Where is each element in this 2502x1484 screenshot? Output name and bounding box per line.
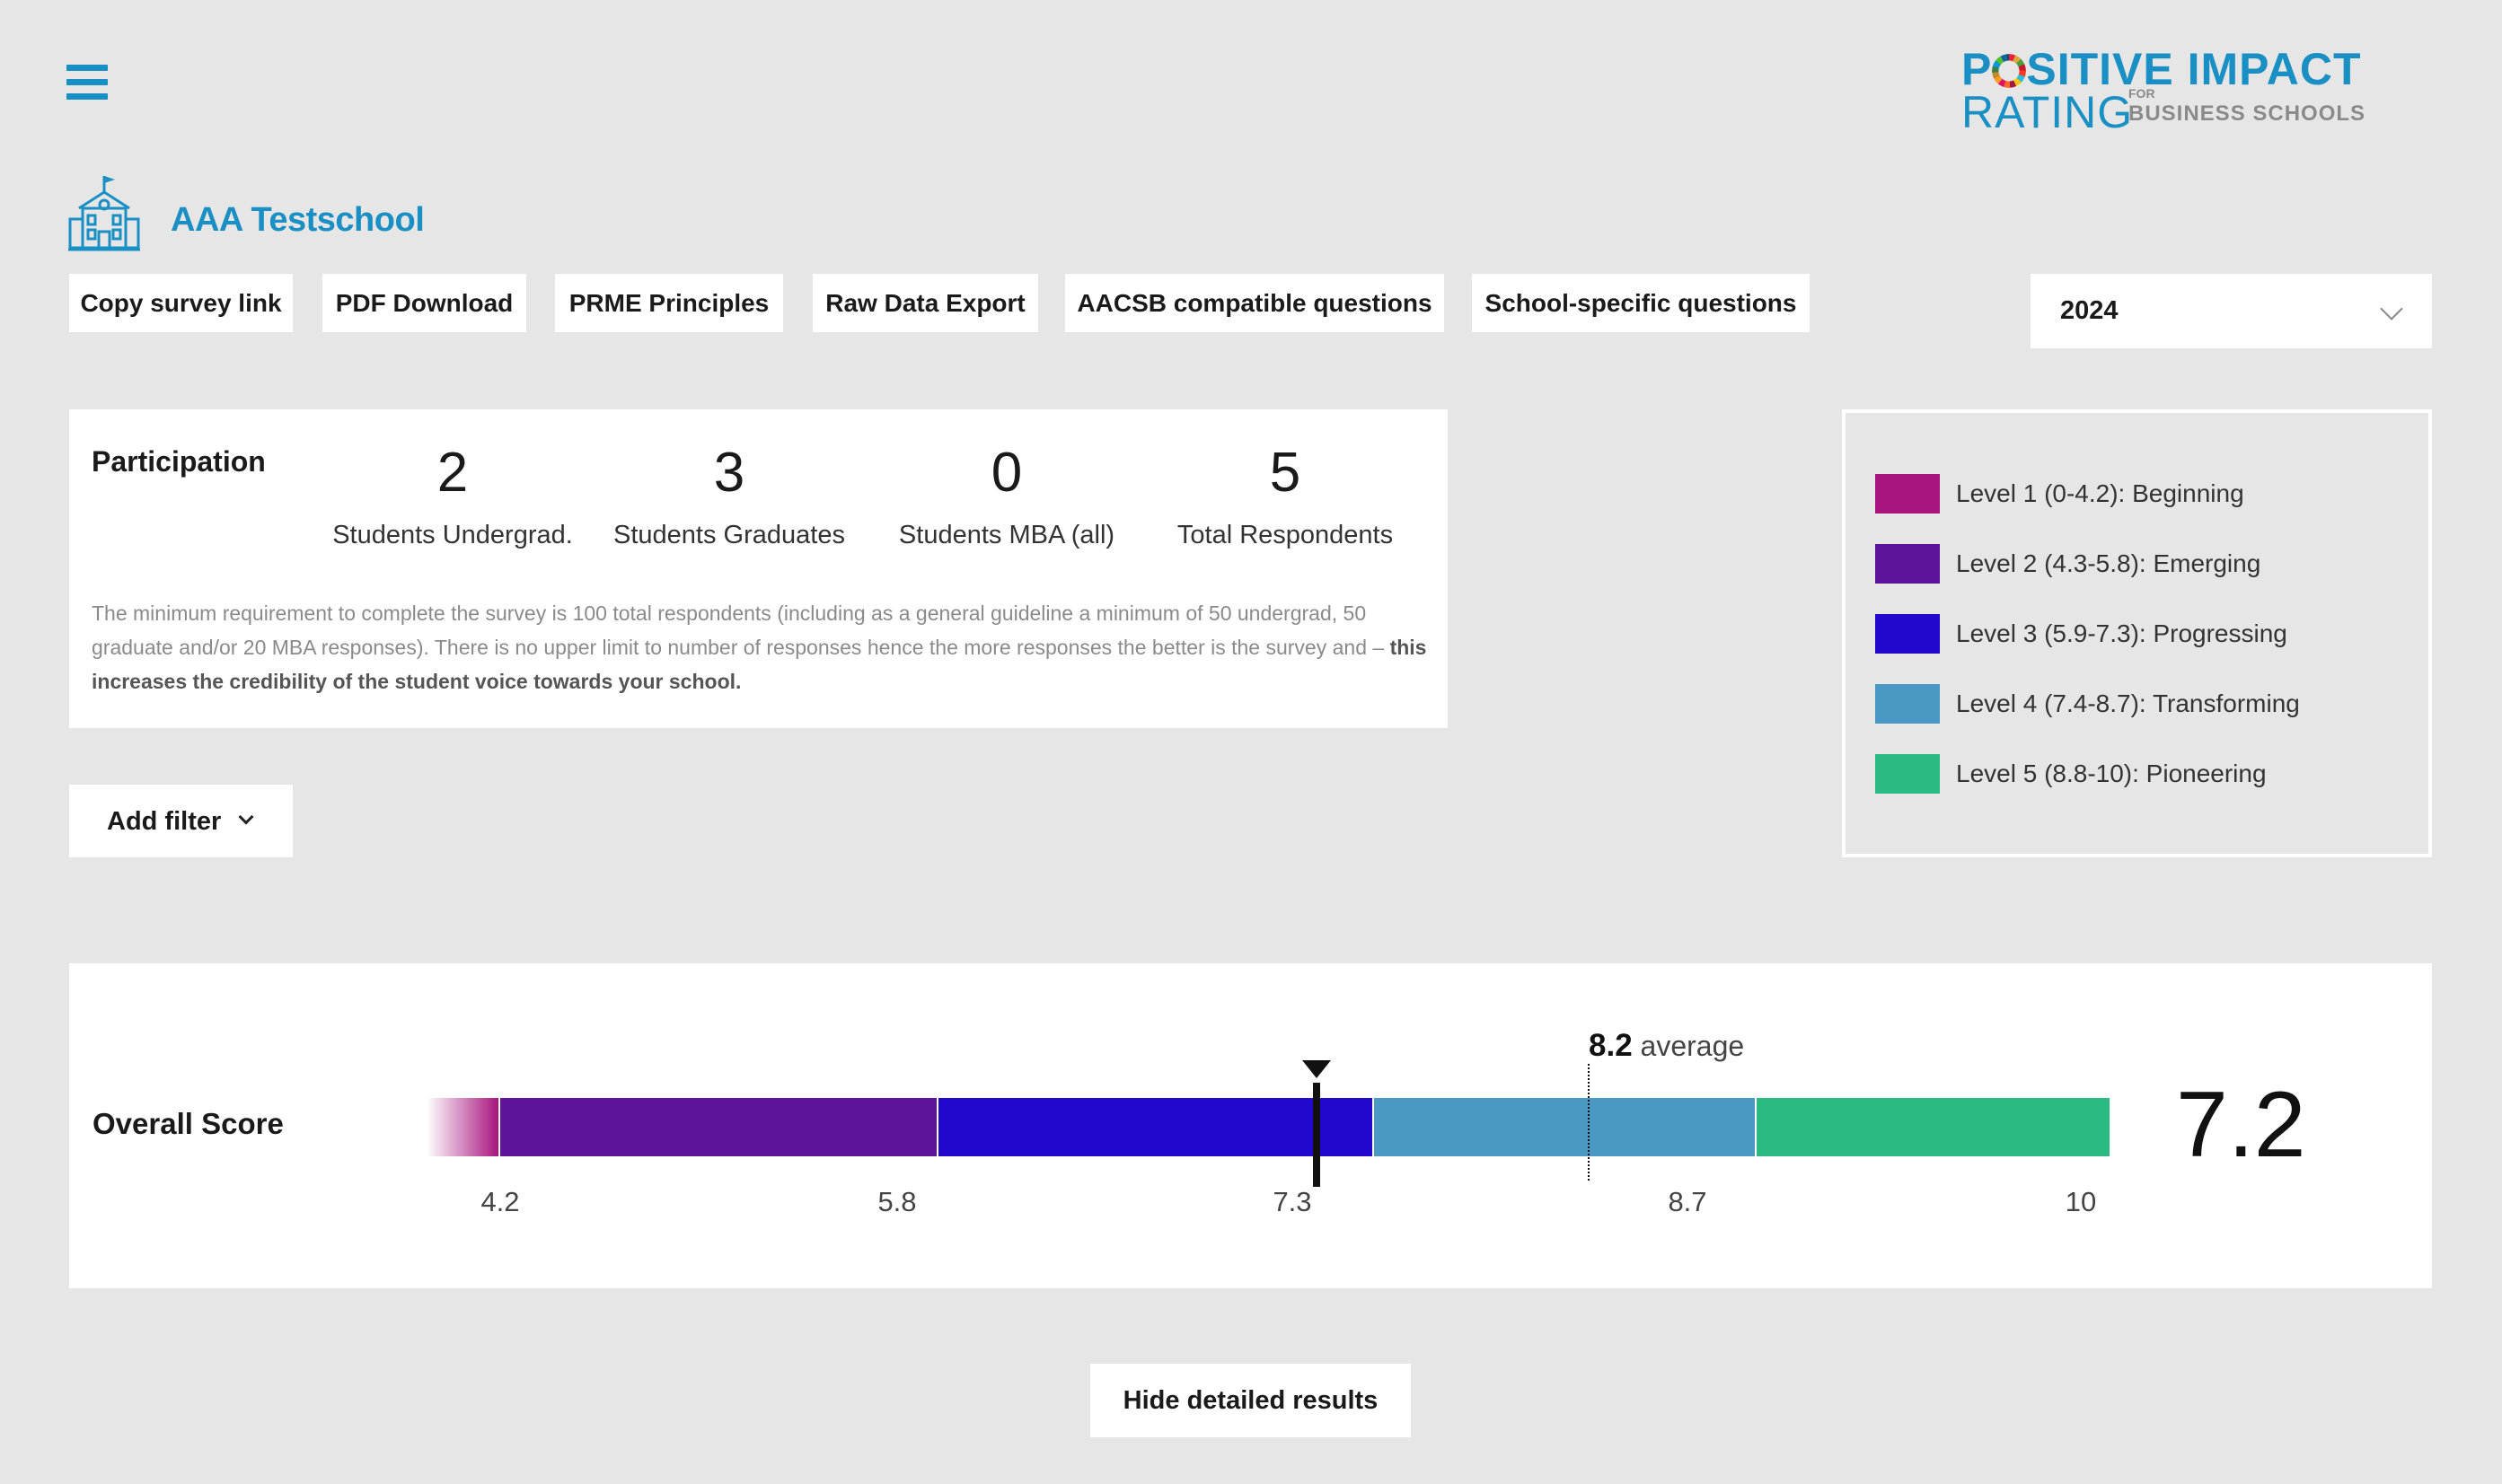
logo-for: FOR xyxy=(2128,86,2155,101)
legend-swatch xyxy=(1875,474,1940,514)
score-bar-level-2 xyxy=(500,1098,937,1156)
stat-label: Total Respondents xyxy=(1176,521,1394,549)
score-marker-arrow-icon xyxy=(1302,1060,1331,1078)
stat-value: 5 xyxy=(1269,442,1301,504)
legend-label: Level 2 (4.3-5.8): Emerging xyxy=(1956,549,2261,577)
overall-score-card: Overall Score 8.2 average 4.2 5.8 7.3 8.… xyxy=(69,963,2432,1288)
stat-mba: 0 Students MBA (all) xyxy=(872,445,1141,550)
positive-impact-rating-logo: P SITIVE IMPACT RATING FOR BUSINESS SCHOO… xyxy=(1961,43,2428,137)
raw-data-export-button[interactable]: Raw Data Export xyxy=(813,274,1038,332)
stat-label: Students Graduates xyxy=(613,521,845,549)
score-bar-level-5 xyxy=(1757,1098,2110,1156)
year-select-value: 2024 xyxy=(2060,296,2119,325)
legend-swatch xyxy=(1875,544,1940,584)
score-marker-line xyxy=(1313,1083,1320,1187)
copy-survey-link-button[interactable]: Copy survey link xyxy=(69,274,293,332)
average-marker-line xyxy=(1588,1064,1590,1181)
stat-graduates: 3 Students Graduates xyxy=(595,445,864,550)
logo-line2: RATING xyxy=(1961,87,2134,137)
participation-title: Participation xyxy=(92,445,266,478)
tick-label: 10 xyxy=(2065,1186,2097,1217)
legend-label: Level 4 (7.4-8.7): Transforming xyxy=(1956,689,2300,717)
legend-label: Level 3 (5.9-7.3): Progressing xyxy=(1956,619,2287,647)
score-bar-level-3 xyxy=(938,1098,1372,1156)
stat-label: Students Undergrad. xyxy=(332,521,573,549)
score-bar-level-1 xyxy=(427,1098,498,1156)
legend-item: Level 3 (5.9-7.3): Progressing xyxy=(1875,614,2287,654)
tick-label: 4.2 xyxy=(480,1186,520,1217)
legend-item: Level 5 (8.8-10): Pioneering xyxy=(1875,754,2267,794)
hamburger-menu-icon[interactable] xyxy=(66,65,111,102)
legend-swatch xyxy=(1875,754,1940,794)
overall-score-label: Overall Score xyxy=(93,1107,284,1140)
legend-label: Level 1 (0-4.2): Beginning xyxy=(1956,479,2244,507)
chevron-down-icon xyxy=(2380,297,2403,321)
participation-card: Participation 2 Students Undergrad. 3 St… xyxy=(69,409,1448,728)
stat-undergrad: 2 Students Undergrad. xyxy=(318,445,587,550)
legend-swatch xyxy=(1875,614,1940,654)
score-bar-level-4 xyxy=(1374,1098,1755,1156)
logo-business-schools: BUSINESS SCHOOLS xyxy=(2128,101,2366,126)
average-value: 8.2 xyxy=(1589,1028,1633,1063)
level-legend: Level 1 (0-4.2): Beginning Level 2 (4.3-… xyxy=(1842,409,2432,857)
tick-label: 8.7 xyxy=(1668,1186,1707,1217)
school-specific-questions-button[interactable]: School-specific questions xyxy=(1472,274,1810,332)
hide-detailed-results-button[interactable]: Hide detailed results xyxy=(1090,1364,1411,1437)
add-filter-label: Add filter xyxy=(107,807,222,836)
add-filter-button[interactable]: Add filter xyxy=(69,785,293,857)
school-name: AAA Testschool xyxy=(171,201,425,239)
average-label: 8.2 average xyxy=(1589,1028,1744,1064)
chevron-down-icon xyxy=(238,809,254,825)
stat-value: 0 xyxy=(991,442,1023,504)
stat-label: Students MBA (all) xyxy=(898,521,1115,549)
school-building-icon xyxy=(68,172,140,253)
legend-item: Level 1 (0-4.2): Beginning xyxy=(1875,474,2244,514)
pdf-download-button[interactable]: PDF Download xyxy=(322,274,526,332)
legend-label: Level 5 (8.8-10): Pioneering xyxy=(1956,760,2267,787)
legend-item: Level 2 (4.3-5.8): Emerging xyxy=(1875,544,2260,584)
stat-total: 5 Total Respondents xyxy=(1150,445,1420,550)
tick-label: 5.8 xyxy=(877,1186,917,1217)
average-text: average xyxy=(1640,1030,1745,1062)
prme-principles-button[interactable]: PRME Principles xyxy=(555,274,783,332)
legend-item: Level 4 (7.4-8.7): Transforming xyxy=(1875,684,2300,724)
sdg-wheel-icon xyxy=(1992,54,2027,88)
aacsb-compatible-questions-button[interactable]: AACSB compatible questions xyxy=(1065,274,1444,332)
stat-value: 2 xyxy=(436,442,469,504)
tick-label: 7.3 xyxy=(1273,1186,1312,1217)
participation-note: The minimum requirement to complete the … xyxy=(92,602,1427,693)
stat-value: 3 xyxy=(713,442,745,504)
overall-score-value: 7.2 xyxy=(2176,1073,2306,1177)
legend-swatch xyxy=(1875,684,1940,724)
year-select[interactable]: 2024 xyxy=(2031,274,2432,348)
